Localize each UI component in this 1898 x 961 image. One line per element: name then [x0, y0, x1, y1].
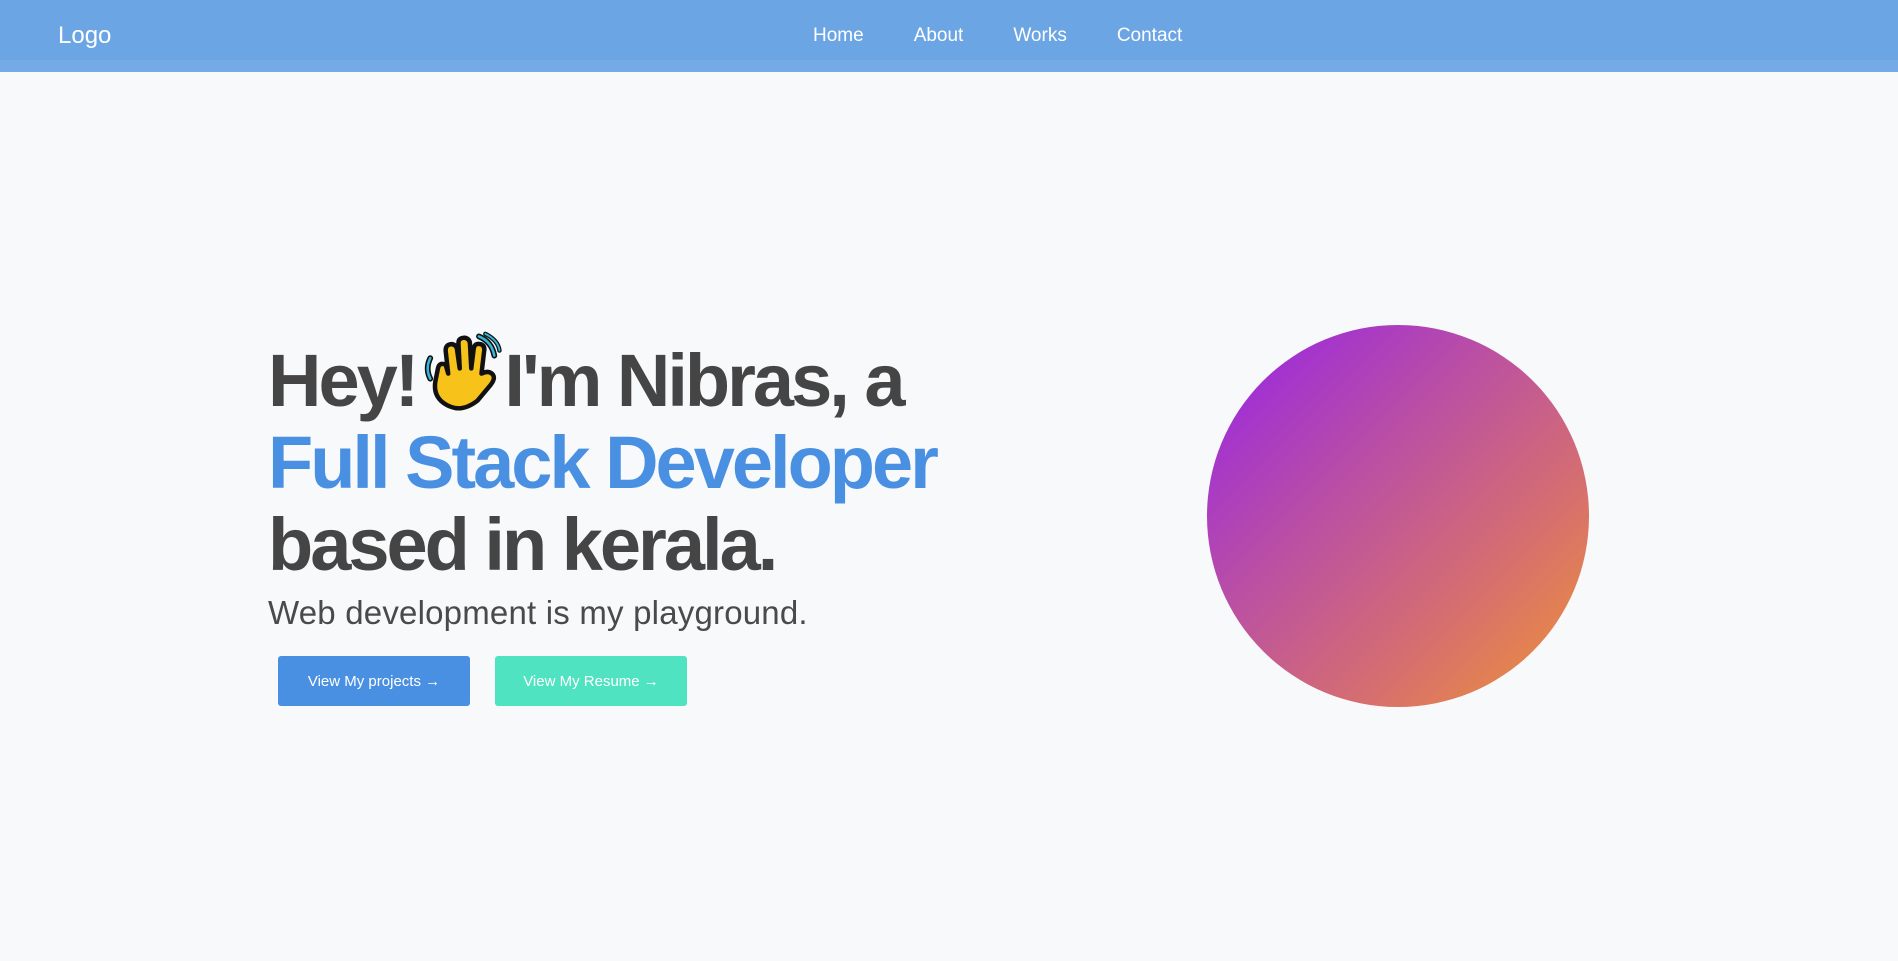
headline-greeting: Hey!	[268, 339, 419, 422]
main-nav: Home About Works Contact	[813, 24, 1182, 48]
headline-intro: I'm Nibras, a	[504, 339, 905, 422]
hero-tagline: Web development is my playground.	[268, 594, 808, 631]
waving-hand-icon	[420, 330, 503, 412]
nav-about-link[interactable]: About	[914, 24, 964, 48]
hero-section: Hey! I'm Nibras, a Full Stack Developer …	[268, 330, 988, 706]
nav-contact-link[interactable]: Contact	[1117, 24, 1182, 48]
nav-home-link[interactable]: Home	[813, 24, 864, 48]
view-projects-button[interactable]: View My projects →	[278, 656, 470, 706]
headline-location: based in kerala.	[268, 503, 778, 586]
view-resume-button[interactable]: View My Resume →	[495, 656, 687, 706]
hero-headline: Hey! I'm Nibras, a Full Stack Developer …	[268, 330, 988, 586]
nav-works-link[interactable]: Works	[1013, 24, 1066, 48]
logo-link[interactable]: Logo	[58, 20, 111, 52]
navbar: Logo Home About Works Contact	[0, 0, 1898, 72]
hero-buttons: View My projects → View My Resume →	[278, 656, 988, 706]
gradient-circle-graphic	[1207, 325, 1589, 707]
headline-role: Full Stack Developer	[268, 421, 939, 504]
